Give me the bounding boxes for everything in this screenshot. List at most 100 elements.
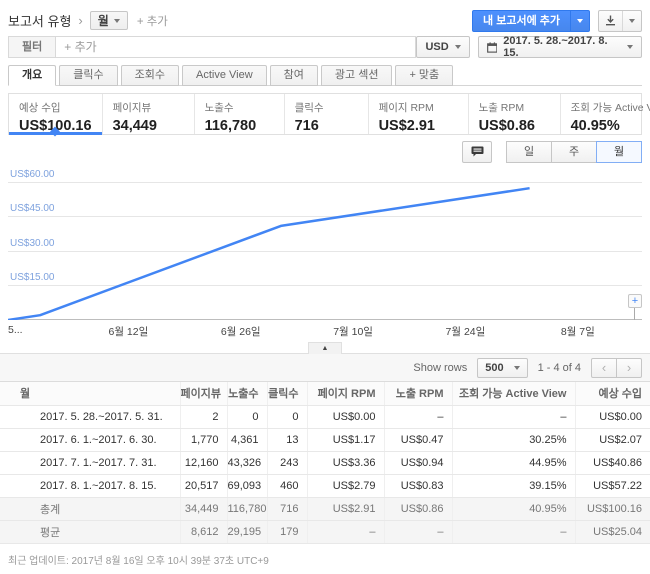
row-value-cell: 13 (267, 428, 307, 451)
row-value-cell: 29,195 (227, 520, 267, 543)
stat-card-page-rpm[interactable]: 페이지 RPMUS$2.91 (368, 94, 468, 134)
breadcrumb: 보고서 유형 › 월 + 추가 (8, 11, 168, 30)
chevron-down-icon (627, 45, 633, 49)
stat-label: 노출수 (205, 100, 274, 115)
filter-input[interactable] (56, 37, 415, 57)
tab-overview[interactable]: 개요 (8, 65, 56, 86)
stat-value: 716 (295, 118, 358, 134)
tab-ad-sections[interactable]: 광고 섹션 (321, 65, 393, 86)
row-label-cell: 2017. 7. 1.~2017. 7. 31. (0, 451, 180, 474)
tab-active-view[interactable]: Active View (182, 65, 267, 86)
stat-label: 페이지뷰 (113, 100, 184, 115)
stat-value: 40.95% (571, 118, 650, 134)
stat-label: 노출 RPM (479, 100, 550, 115)
row-value-cell: 1,770 (180, 428, 227, 451)
row-value-cell: 34,449 (180, 497, 227, 520)
breadcrumb-separator-icon: › (78, 13, 82, 28)
row-label-cell: 2017. 5. 28.~2017. 5. 31. (0, 405, 180, 428)
row-value-cell: 0 (227, 405, 267, 428)
column-header[interactable]: 예상 수입 (575, 382, 650, 405)
chevron-down-icon (455, 45, 461, 49)
granularity-week-button[interactable]: 주 (551, 141, 597, 163)
row-value-cell: US$100.16 (575, 497, 650, 520)
tab-customize[interactable]: + 맞춤 (395, 65, 453, 86)
row-value-cell: – (452, 520, 575, 543)
annotations-button[interactable] (462, 141, 492, 163)
report-type-value: 월 (98, 12, 109, 29)
column-header[interactable]: 월 (0, 382, 180, 405)
row-value-cell: US$1.17 (307, 428, 384, 451)
row-value-cell: US$40.86 (575, 451, 650, 474)
breadcrumb-label: 보고서 유형 (8, 11, 71, 30)
chevron-right-icon: › (627, 360, 631, 375)
tab-views[interactable]: 조회수 (121, 65, 179, 86)
granularity-day-button[interactable]: 일 (506, 141, 552, 163)
earnings-line-series (8, 168, 642, 320)
calendar-icon (487, 42, 498, 53)
download-button[interactable] (599, 11, 622, 31)
collapse-chart-button[interactable]: ▲ (308, 342, 342, 354)
row-label-cell: 총계 (0, 497, 180, 520)
date-range-picker[interactable]: 2017. 5. 28.~2017. 8. 15. (478, 36, 642, 58)
chart-controls: 일주월 (8, 140, 642, 163)
row-label-cell: 2017. 8. 1.~2017. 8. 15. (0, 474, 180, 497)
filter-label: 필터 (9, 37, 56, 57)
next-page-button[interactable]: › (616, 358, 642, 378)
stat-label: 페이지 RPM (379, 100, 458, 115)
column-header[interactable]: 페이지 RPM (307, 382, 384, 405)
column-header[interactable]: 노출수 (227, 382, 267, 405)
report-type-dropdown[interactable]: 월 (90, 11, 128, 30)
stat-card-clicks[interactable]: 클릭수716 (284, 94, 368, 134)
currency-dropdown[interactable]: USD (416, 36, 469, 58)
row-value-cell: US$0.86 (384, 497, 452, 520)
row-value-cell: – (307, 520, 384, 543)
rows-per-page-dropdown[interactable]: 500 (477, 358, 527, 378)
rows-per-page-value: 500 (485, 362, 503, 374)
stat-card-active-viewable[interactable]: 조회 가능 Active Vi...40.95% (560, 94, 650, 134)
chevron-left-icon: ‹ (602, 360, 606, 375)
row-value-cell: US$0.94 (384, 451, 452, 474)
row-value-cell: 40.95% (452, 497, 575, 520)
chevron-down-icon (577, 19, 583, 23)
row-value-cell: – (384, 405, 452, 428)
row-value-cell: – (452, 405, 575, 428)
granularity-month-button[interactable]: 월 (596, 141, 642, 163)
x-axis-tick-label: 7월 10일 (333, 324, 373, 339)
stat-value: US$100.16 (19, 118, 92, 134)
column-header[interactable]: 페이지뷰 (180, 382, 227, 405)
row-value-cell: 243 (267, 451, 307, 474)
column-header[interactable]: 노출 RPM (384, 382, 452, 405)
chart-plot-area: US$15.00US$30.00US$45.00US$60.00 (8, 168, 642, 320)
pagination: ‹ › (591, 358, 642, 378)
chevron-down-icon (514, 366, 520, 370)
last-updated-label: 최근 업데이트: 2017년 8월 16일 오후 10시 39분 37초 UTC… (8, 552, 642, 567)
row-value-cell: 20,517 (180, 474, 227, 497)
earnings-line-chart: US$15.00US$30.00US$45.00US$60.005...6월 1… (8, 168, 642, 336)
previous-page-button[interactable]: ‹ (591, 358, 617, 378)
stat-card-impression-rpm[interactable]: 노출 RPMUS$0.86 (468, 94, 560, 134)
stat-card-estimated-earnings[interactable]: 예상 수입US$100.16 (9, 94, 102, 134)
table-row: 2017. 7. 1.~2017. 7. 31.12,16043,326243U… (0, 451, 650, 474)
row-value-cell: 39.15% (452, 474, 575, 497)
column-header[interactable]: 조회 가능 Active View (452, 382, 575, 405)
stat-card-pageviews[interactable]: 페이지뷰34,449 (102, 94, 194, 134)
row-label-cell: 2017. 6. 1.~2017. 6. 30. (0, 428, 180, 451)
chart-zoom-tick (634, 308, 635, 320)
row-value-cell: 716 (267, 497, 307, 520)
tab-engagement[interactable]: 참여 (270, 65, 318, 86)
x-axis-tick-label: 5... (8, 324, 23, 336)
tab-clicks[interactable]: 클릭수 (59, 65, 117, 86)
x-axis-tick-label: 8월 7일 (561, 324, 595, 339)
add-to-my-reports-menu-button[interactable] (570, 11, 589, 31)
stat-card-impressions[interactable]: 노출수116,780 (194, 94, 284, 134)
chart-zoom-in-button[interactable]: + (628, 294, 642, 308)
row-value-cell: US$2.91 (307, 497, 384, 520)
x-axis-tick-label: 6월 26일 (221, 324, 261, 339)
add-to-my-reports-button[interactable]: 내 보고서에 추가 (473, 11, 570, 31)
column-header[interactable]: 클릭수 (267, 382, 307, 405)
row-value-cell: US$57.22 (575, 474, 650, 497)
filter-row: 필터 USD 2017. 5. 28.~2017. 8. 15. (8, 36, 642, 58)
download-menu-button[interactable] (622, 11, 641, 31)
add-to-my-reports-split-button: 내 보고서에 추가 (472, 10, 590, 32)
add-dimension-button[interactable]: + 추가 (137, 13, 168, 29)
